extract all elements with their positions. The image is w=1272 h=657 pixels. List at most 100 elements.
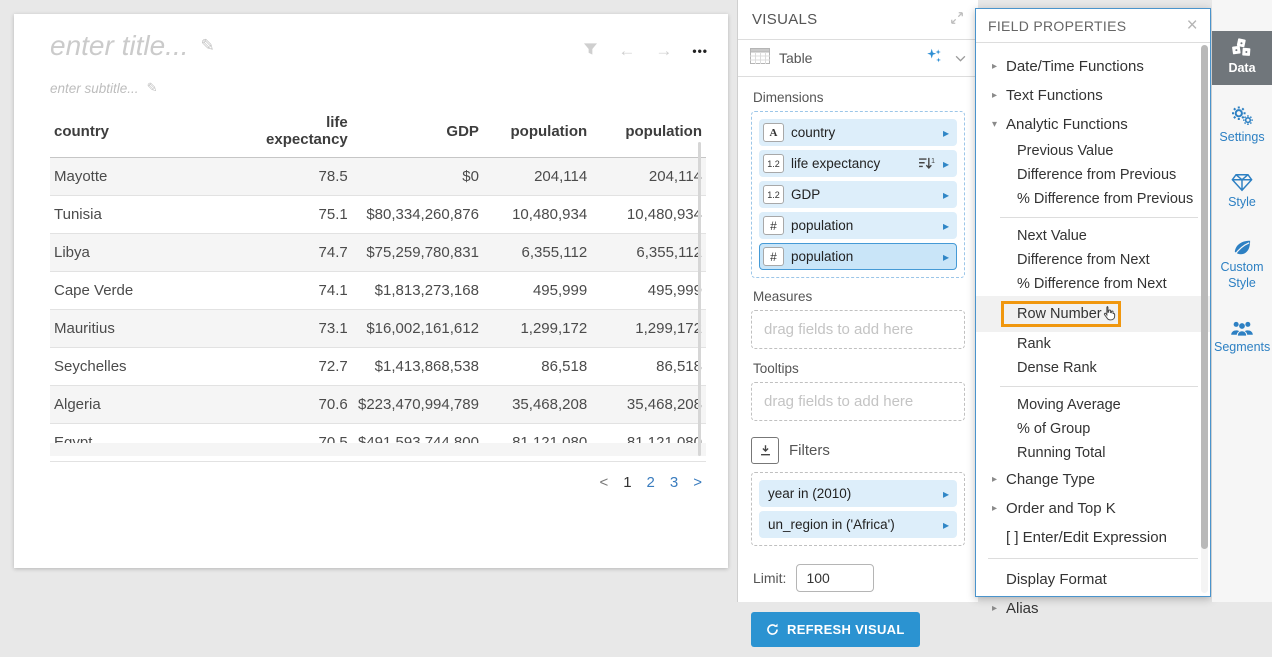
forward-arrow-icon[interactable]: →	[655, 42, 672, 59]
menu-item-text-functions[interactable]: ▸ Text Functions	[976, 81, 1210, 110]
cell: Cape Verde	[50, 272, 240, 310]
filter-pill-year[interactable]: year in (2010) ▸	[759, 480, 957, 507]
menu-item-difference-from-previous[interactable]: Difference from Previous	[976, 163, 1210, 187]
cell: 204,114	[483, 158, 591, 196]
visual-type-selector[interactable]: Table	[738, 40, 978, 77]
menu-item-pct-difference-from-next[interactable]: % Difference from Next	[976, 272, 1210, 296]
close-icon[interactable]: ×	[1187, 16, 1198, 35]
expand-panel-icon[interactable]	[950, 11, 964, 29]
cell: 1,299,172	[591, 310, 706, 348]
dimensions-dropzone[interactable]: A country ▸ 1.2 life expectancy 1 ▸ 1.2 …	[751, 111, 965, 278]
column-header-population-2[interactable]: population	[591, 108, 706, 158]
field-pill-country[interactable]: A country ▸	[759, 119, 957, 146]
column-header-population-1[interactable]: population	[483, 108, 591, 158]
edit-title-pencil-icon[interactable]: ✎	[201, 36, 215, 56]
menu-item-label: Order and Top K	[1006, 500, 1116, 517]
dropzone-placeholder: drag fields to add here	[764, 393, 913, 410]
visual-subtitle-placeholder[interactable]: enter subtitle...	[50, 81, 139, 96]
field-menu-chevron-icon[interactable]: ▸	[943, 157, 949, 171]
menu-item-dense-rank[interactable]: Dense Rank	[976, 356, 1210, 380]
table-row: Libya74.7$75,259,780,8316,355,1126,355,1…	[50, 234, 706, 272]
page-number-2[interactable]: 2	[647, 474, 655, 491]
sidebar-item-settings[interactable]: Settings	[1212, 98, 1272, 154]
visuals-panel: VISUALS Table Dimensions A country	[737, 0, 978, 602]
data-cubes-icon	[1230, 38, 1254, 58]
cell: 1,299,172	[483, 310, 591, 348]
sidebar-item-label: Settings	[1219, 130, 1264, 144]
cell: 495,999	[483, 272, 591, 310]
column-header-country[interactable]: country	[50, 108, 240, 158]
filters-dropzone[interactable]: year in (2010) ▸ un_region in ('Africa')…	[751, 472, 965, 546]
more-options-icon[interactable]: •••	[692, 44, 708, 58]
field-pill-population-2-selected[interactable]: # population ▸	[759, 243, 957, 270]
column-header-life-expectancy[interactable]: life expectancy	[240, 108, 352, 158]
measures-section-label: Measures	[753, 289, 965, 304]
caret-right-icon: ▸	[992, 474, 1006, 485]
integer-type-icon: #	[763, 247, 784, 266]
panel-scrollbar[interactable]	[1201, 45, 1208, 593]
page-number-current[interactable]: 1	[623, 474, 631, 491]
column-header-gdp[interactable]: GDP	[352, 108, 483, 158]
cell: 10,480,934	[591, 196, 706, 234]
menu-item-label: Date/Time Functions	[1006, 58, 1144, 75]
field-pill-life-expectancy[interactable]: 1.2 life expectancy 1 ▸	[759, 150, 957, 177]
field-menu-chevron-icon[interactable]: ▸	[943, 219, 949, 233]
field-menu-chevron-icon[interactable]: ▸	[943, 250, 949, 264]
ai-sparkles-icon[interactable]	[924, 47, 943, 70]
sidebar-item-custom-style[interactable]: Custom Style	[1212, 232, 1272, 299]
edit-subtitle-pencil-icon[interactable]: ✎	[147, 80, 158, 96]
refresh-visual-button[interactable]: REFRESH VISUAL	[751, 612, 920, 647]
menu-item-rank[interactable]: Rank	[976, 332, 1210, 356]
menu-item-analytic-functions[interactable]: ▾ Analytic Functions	[976, 110, 1210, 139]
menu-item-running-total[interactable]: Running Total	[976, 441, 1210, 465]
field-menu-chevron-icon[interactable]: ▸	[943, 126, 949, 140]
field-menu-chevron-icon[interactable]: ▸	[943, 518, 949, 532]
field-pill-population-1[interactable]: # population ▸	[759, 212, 957, 239]
menu-item-display-format[interactable]: Display Format	[976, 565, 1210, 594]
limit-input[interactable]	[796, 564, 874, 592]
cell: 495,999	[591, 272, 706, 310]
table-scrollbar[interactable]	[698, 142, 701, 456]
filter-pill-un-region[interactable]: un_region in ('Africa') ▸	[759, 511, 957, 538]
field-menu-chevron-icon[interactable]: ▸	[943, 188, 949, 202]
filter-funnel-icon[interactable]	[583, 42, 598, 59]
scrollbar-thumb[interactable]	[1201, 45, 1208, 549]
field-menu-chevron-icon[interactable]: ▸	[943, 487, 949, 501]
page-next-button[interactable]: >	[693, 474, 702, 491]
menu-item-row-number[interactable]: Row Number	[976, 296, 1210, 332]
menu-item-previous-value[interactable]: Previous Value	[976, 139, 1210, 163]
sidebar-item-data[interactable]: Data	[1212, 31, 1272, 85]
sidebar-item-segments[interactable]: Segments	[1212, 312, 1272, 364]
pull-filters-button[interactable]	[751, 437, 779, 464]
visual-title-placeholder[interactable]: enter title...	[50, 30, 189, 62]
table-row: Mayotte78.5$0204,114204,114	[50, 158, 706, 196]
menu-item-difference-from-next[interactable]: Difference from Next	[976, 248, 1210, 272]
cell: 86,518	[591, 348, 706, 386]
caret-right-icon: ▸	[992, 503, 1006, 514]
menu-item-label: Change Type	[1006, 471, 1095, 488]
page-prev-button[interactable]: <	[599, 474, 608, 491]
menu-item-pct-difference-from-previous[interactable]: % Difference from Previous	[976, 187, 1210, 211]
table-header-row: country life expectancy GDP population p…	[50, 108, 706, 158]
menu-item-alias[interactable]: ▸ Alias	[976, 594, 1210, 623]
menu-item-order-and-top-k[interactable]: ▸ Order and Top K	[976, 494, 1210, 523]
cell: Seychelles	[50, 348, 240, 386]
table-row: Algeria70.6$223,470,994,78935,468,20835,…	[50, 386, 706, 424]
tooltips-dropzone[interactable]: drag fields to add here	[751, 382, 965, 421]
dropzone-placeholder: drag fields to add here	[764, 321, 913, 338]
measures-dropzone[interactable]: drag fields to add here	[751, 310, 965, 349]
refresh-button-label: REFRESH VISUAL	[787, 622, 905, 637]
field-pill-gdp[interactable]: 1.2 GDP ▸	[759, 181, 957, 208]
menu-item-pct-of-group[interactable]: % of Group	[976, 417, 1210, 441]
menu-item-next-value[interactable]: Next Value	[976, 224, 1210, 248]
back-arrow-icon[interactable]: ←	[618, 42, 635, 59]
menu-item-moving-average[interactable]: Moving Average	[976, 393, 1210, 417]
menu-item-date-time-functions[interactable]: ▸ Date/Time Functions	[976, 52, 1210, 81]
leaf-icon	[1232, 239, 1252, 257]
page-number-3[interactable]: 3	[670, 474, 678, 491]
table-row: Cape Verde74.1$1,813,273,168495,999495,9…	[50, 272, 706, 310]
menu-item-change-type[interactable]: ▸ Change Type	[976, 465, 1210, 494]
chevron-down-icon[interactable]	[955, 49, 966, 67]
sidebar-item-style[interactable]: Style	[1212, 166, 1272, 219]
menu-item-enter-edit-expression[interactable]: [ ] Enter/Edit Expression	[976, 523, 1210, 552]
